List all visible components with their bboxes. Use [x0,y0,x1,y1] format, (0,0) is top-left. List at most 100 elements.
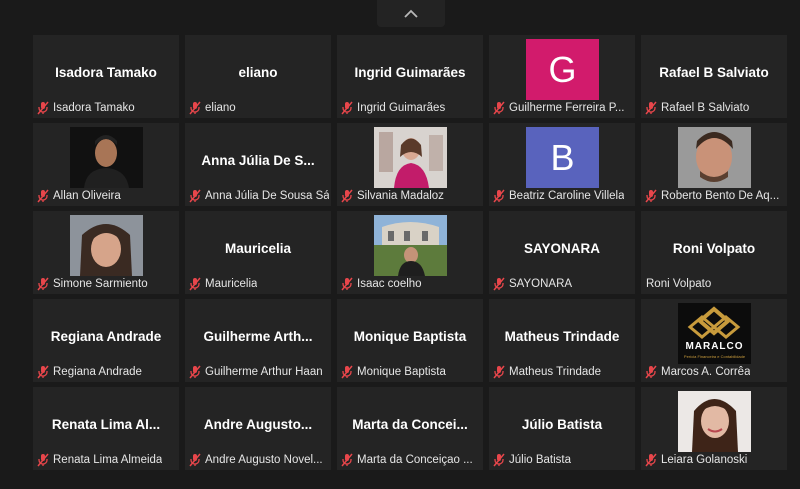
participant-label: Rafael B Salviato [644,100,785,116]
participant-tile[interactable]: Regiana Andrade Regiana Andrade [33,299,179,382]
participant-label: Guilherme Arthur Haan [188,364,329,380]
participant-name: Roni Volpato [672,241,756,256]
participant-video [374,215,447,276]
participant-label-text: Allan Oliveira [53,190,121,202]
participant-name: Isadora Tamako [55,65,157,80]
participant-tile[interactable]: G Guilherme Ferreira P... [489,35,635,118]
participant-label-text: Ingrid Guimarães [357,102,446,114]
participant-label: Isaac coelho [340,276,481,292]
participant-name: Matheus Trindade [504,329,620,344]
participant-name: Andre Augusto... [203,417,313,432]
participant-label-text: Regiana Andrade [53,366,142,378]
participant-label-text: Beatriz Caroline Villela [509,190,625,202]
participant-label: Isadora Tamako [36,100,177,116]
avatar: G [526,39,599,100]
mic-muted-icon [341,101,353,115]
participant-label-text: Mauricelia [205,278,258,290]
participant-label: Ingrid Guimarães [340,100,481,116]
participant-tile[interactable]: Anna Júlia De S... Anna Júlia De Sousa S… [185,123,331,206]
participant-tile[interactable]: Marta da Concei... Marta da Conceiçao ..… [337,387,483,470]
mic-muted-icon [493,453,505,467]
participant-tile[interactable]: Isadora Tamako Isadora Tamako [33,35,179,118]
participant-tile[interactable]: Monique Baptista Monique Baptista [337,299,483,382]
participant-label: Marta da Conceiçao ... [340,452,481,468]
mic-muted-icon [189,365,201,379]
mic-muted-icon [189,189,201,203]
participant-video [374,127,447,188]
participant-tile[interactable]: Guilherme Arth... Guilherme Arthur Haan [185,299,331,382]
mic-muted-icon [493,189,505,203]
participant-label: Beatriz Caroline Villela [492,188,633,204]
participant-name: Júlio Batista [521,417,603,432]
mic-muted-icon [341,365,353,379]
participant-label-text: Marcos A. Corrêa [661,366,751,378]
participant-label-text: Roberto Bento De Aq... [661,190,780,202]
participant-name: eliano [238,65,278,80]
participant-label-text: Renata Lima Almeida [53,454,163,466]
mic-muted-icon [37,277,49,291]
participant-tile[interactable]: eliano eliano [185,35,331,118]
participant-label: Allan Oliveira [36,188,177,204]
toggle-gallery-button[interactable] [377,0,445,27]
participant-label-text: Leiara Golanoski [661,454,748,466]
mic-muted-icon [189,453,201,467]
mic-muted-icon [645,365,657,379]
participant-tile[interactable]: Andre Augusto... Andre Augusto Novel... [185,387,331,470]
logo-text: MARALCO [685,341,744,352]
avatar: B [526,127,599,188]
participant-label: Silvania Madaloz [340,188,481,204]
participant-name: Regiana Andrade [50,329,162,344]
participant-tile[interactable]: MARALCO Perícia Financeira e Contabilida… [641,299,787,382]
participant-label: Marcos A. Corrêa [644,364,785,380]
participant-label: Júlio Batista [492,452,633,468]
participant-tile[interactable]: Simone Sarmiento [33,211,179,294]
participant-tile[interactable]: SAYONARA SAYONARA [489,211,635,294]
participant-label-text: Rafael B Salviato [661,102,750,114]
participant-label: Roni Volpato [644,276,785,292]
mic-muted-icon [37,101,49,115]
participant-tile[interactable]: B Beatriz Caroline Villela [489,123,635,206]
participant-tile[interactable]: Mauricelia Mauricelia [185,211,331,294]
participant-video [678,127,751,188]
participant-tile[interactable]: Isaac coelho [337,211,483,294]
participant-label: Mauricelia [188,276,329,292]
participant-tile[interactable]: Ingrid Guimarães Ingrid Guimarães [337,35,483,118]
mic-muted-icon [37,189,49,203]
participant-name: Mauricelia [224,241,292,256]
participant-tile[interactable]: Renata Lima Al... Renata Lima Almeida [33,387,179,470]
participant-label: Roberto Bento De Aq... [644,188,785,204]
participant-name: SAYONARA [523,241,601,256]
participant-video [70,215,143,276]
participant-tile[interactable]: Roni Volpato Roni Volpato [641,211,787,294]
mic-muted-icon [493,101,505,115]
participant-gallery: Isadora Tamako Isadora Tamako eliano eli… [33,35,787,470]
mic-muted-icon [341,277,353,291]
participant-label-text: Simone Sarmiento [53,278,148,290]
mic-muted-icon [645,101,657,115]
participant-video [70,127,143,188]
participant-name: Monique Baptista [353,329,467,344]
participant-tile[interactable]: Júlio Batista Júlio Batista [489,387,635,470]
participant-label-text: SAYONARA [509,278,573,290]
participant-tile[interactable]: Allan Oliveira [33,123,179,206]
participant-tile[interactable]: Matheus Trindade Matheus Trindade [489,299,635,382]
participant-label: Andre Augusto Novel... [188,452,329,468]
participant-label: Anna Júlia De Sousa Sá [188,188,329,204]
participant-name: Guilherme Arth... [203,329,313,344]
participant-name: Ingrid Guimarães [354,65,466,80]
chevron-up-icon [404,9,418,18]
participant-label-text: Silvania Madaloz [357,190,444,202]
participant-label: Leiara Golanoski [644,452,785,468]
participant-label-text: Roni Volpato [646,278,712,290]
mic-muted-icon [493,277,505,291]
mic-muted-icon [37,365,49,379]
mic-muted-icon [189,101,201,115]
participant-label: Monique Baptista [340,364,481,380]
participant-label-text: eliano [205,102,236,114]
participant-name: Renata Lima Al... [51,417,161,432]
participant-tile[interactable]: Silvania Madaloz [337,123,483,206]
participant-tile[interactable]: Roberto Bento De Aq... [641,123,787,206]
participant-label-text: Júlio Batista [509,454,572,466]
participant-tile[interactable]: Leiara Golanoski [641,387,787,470]
participant-tile[interactable]: Rafael B Salviato Rafael B Salviato [641,35,787,118]
